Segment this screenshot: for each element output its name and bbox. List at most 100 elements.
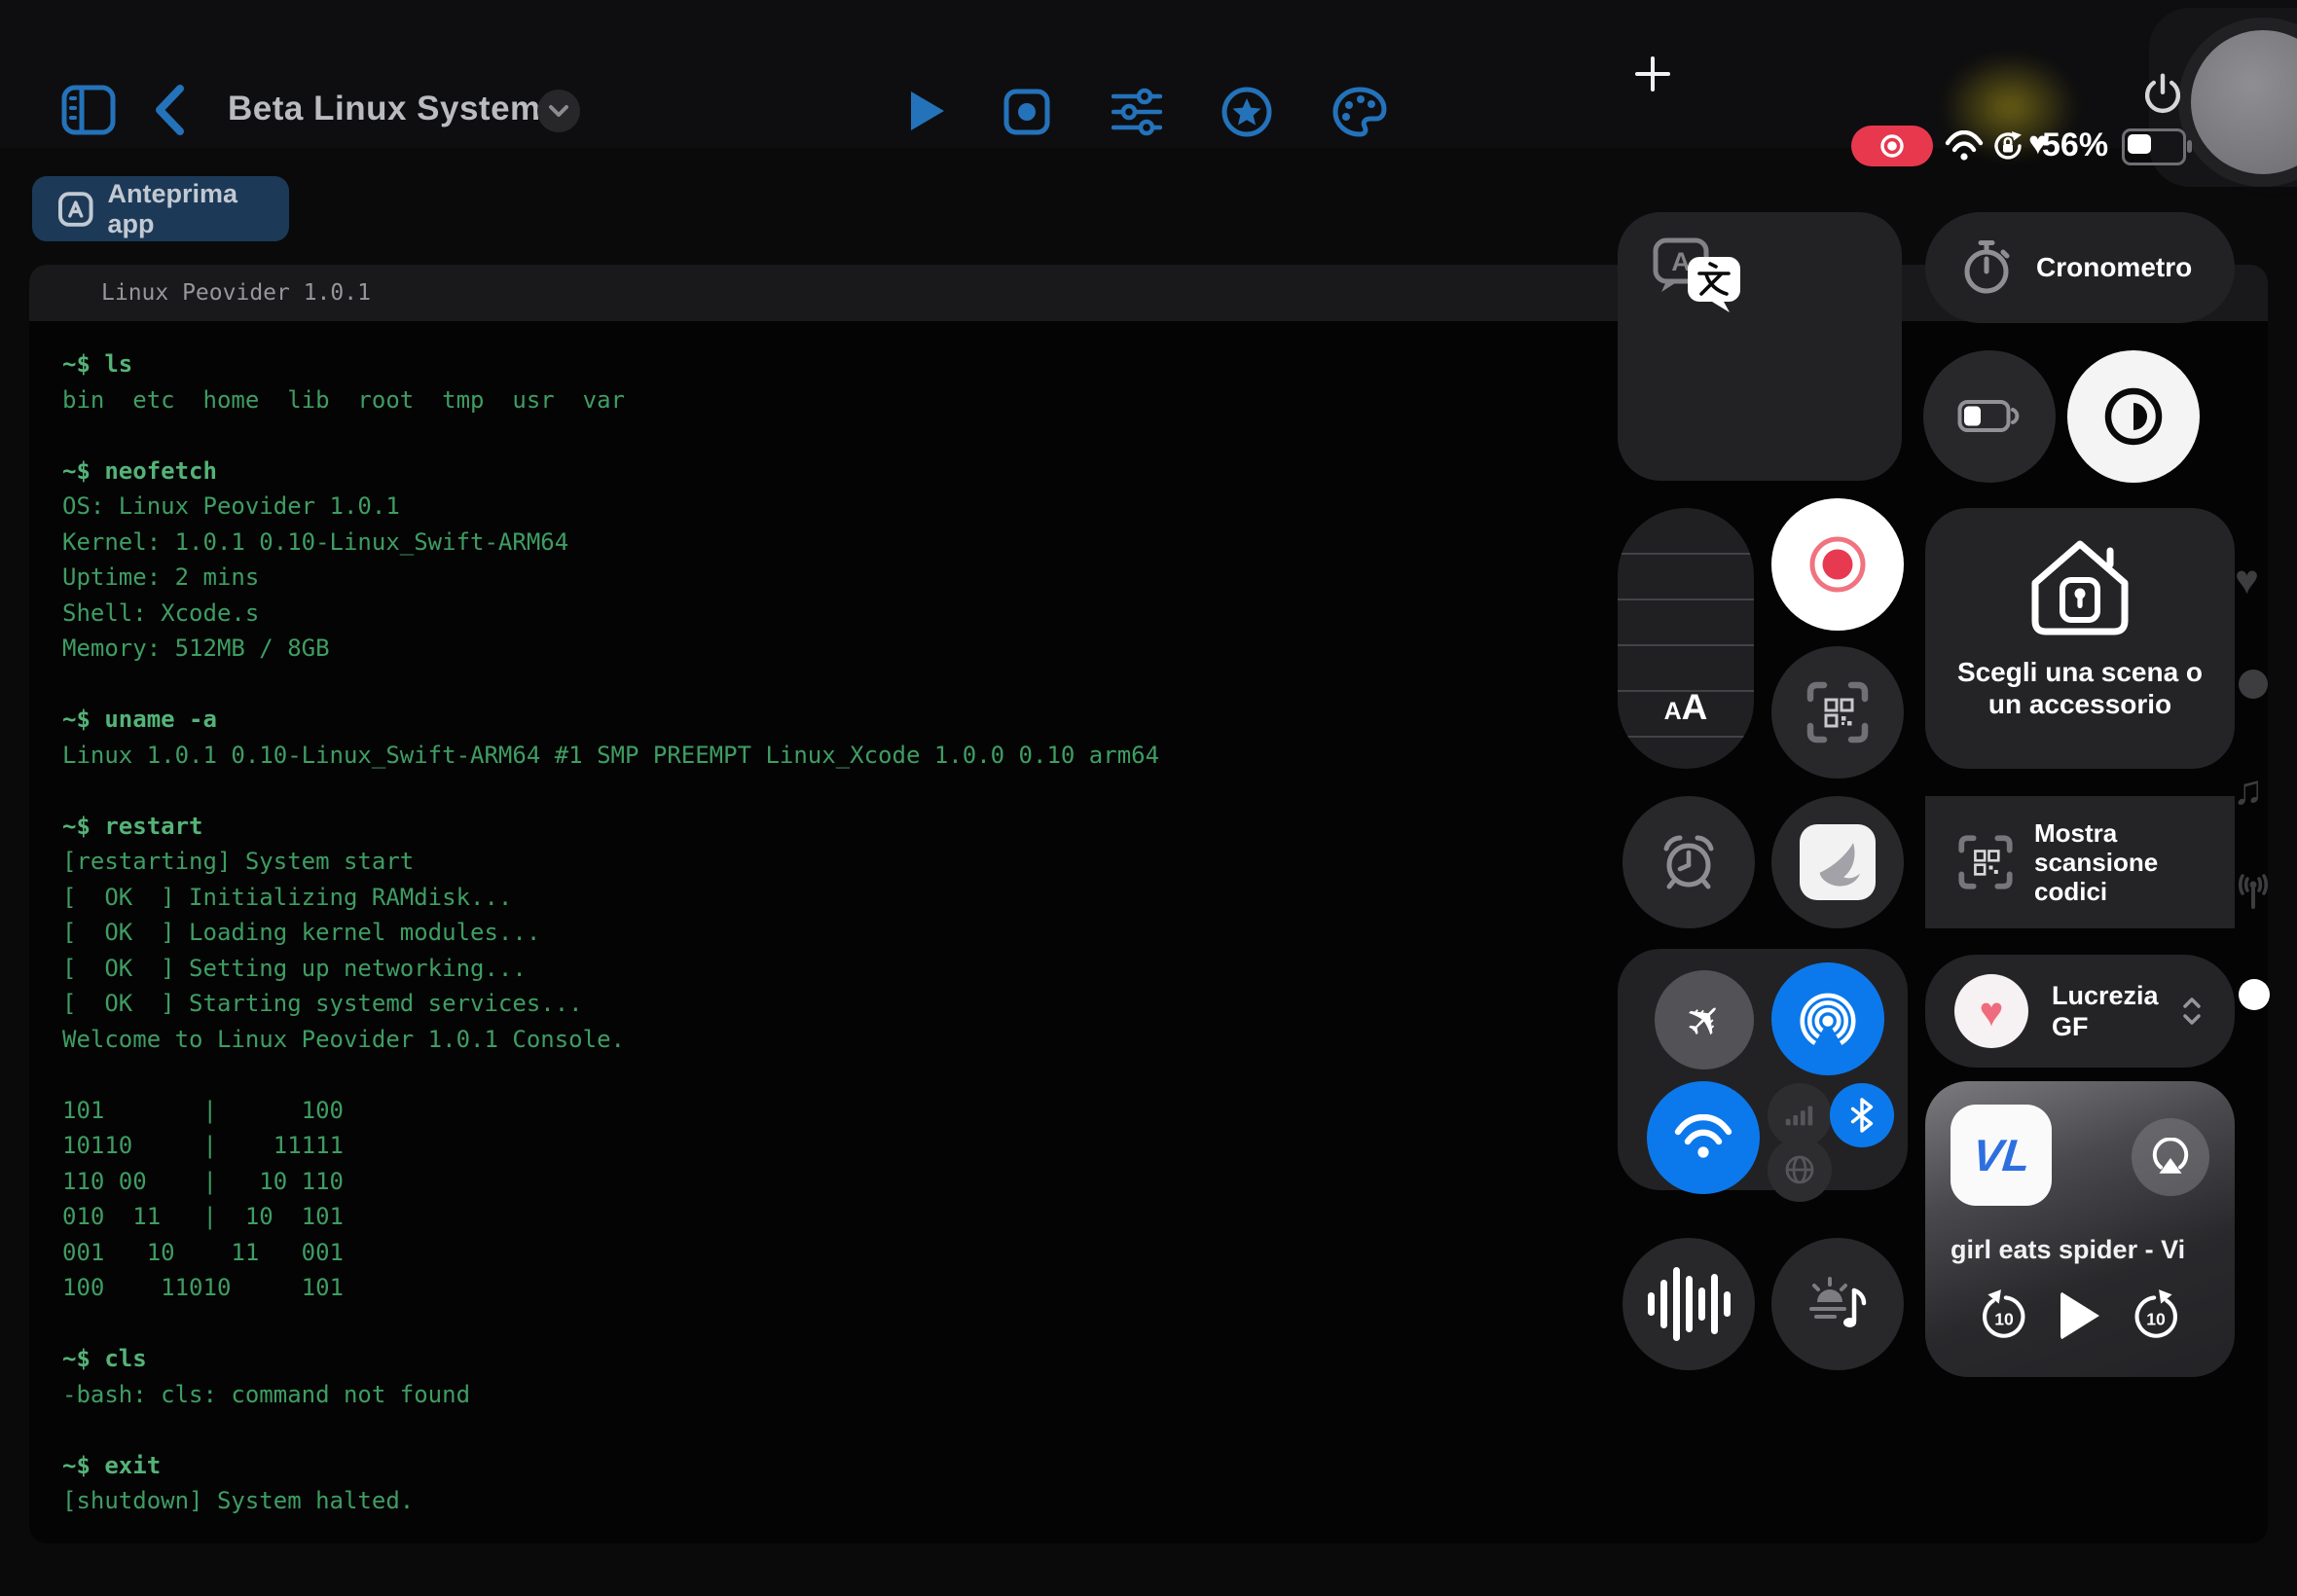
featured-button[interactable] — [1221, 86, 1273, 138]
stopwatch-label: Cronometro — [2036, 252, 2192, 283]
terminal-line — [62, 1057, 2258, 1093]
text-size-stepper[interactable]: AA — [1618, 508, 1754, 769]
tile-connectivity: ✈ — [1618, 949, 1908, 1190]
play-button[interactable] — [2060, 1291, 2099, 1340]
sidebar-toggle-button[interactable] — [60, 84, 117, 136]
media-track-title: girl eats spider - Vi — [1951, 1235, 2221, 1265]
airdrop-button[interactable] — [1771, 962, 1884, 1075]
page-indicator-music-note-icon[interactable]: ♫ — [2233, 767, 2264, 814]
record-status-icon — [1876, 129, 1909, 163]
tile-stopwatch[interactable]: Cronometro — [1925, 212, 2235, 323]
stopwatch-icon — [1958, 239, 2015, 296]
ambient-sounds-button[interactable] — [1771, 1238, 1904, 1370]
qr-scanner-icon — [1805, 679, 1871, 745]
terminal-line: ~$ exit — [62, 1448, 2258, 1484]
airplane-icon: ✈ — [1675, 991, 1733, 1049]
media-app-icon: VL — [1951, 1105, 2052, 1206]
back-button[interactable] — [152, 84, 187, 136]
terminal-body[interactable]: ~$ lsbin etc home lib root tmp usr var ~… — [62, 346, 2258, 1543]
terminal-line: -bash: cls: command not found — [62, 1377, 2258, 1413]
dark-mode-button[interactable] — [2067, 350, 2200, 483]
tile-home[interactable]: Scegli una scena o un accessorio — [1925, 508, 2235, 769]
play-icon — [907, 88, 948, 134]
voice-memos-button[interactable] — [1622, 1238, 1755, 1370]
title-menu-button[interactable] — [537, 90, 580, 132]
hotspot-button[interactable] — [1768, 1138, 1832, 1202]
screen-record-button[interactable] — [1771, 498, 1904, 631]
app-preview-button[interactable] — [1003, 88, 1051, 136]
low-power-mode-button[interactable] — [1923, 350, 2056, 483]
terminal-line — [62, 1412, 2258, 1448]
airplay-icon — [2148, 1138, 2193, 1177]
code-scanner-button[interactable] — [1771, 646, 1904, 779]
bluetooth-icon — [1845, 1096, 1878, 1135]
sunrise-music-icon — [1805, 1275, 1870, 1333]
orientation-lock-icon — [1989, 127, 2026, 164]
tile-scan-codes[interactable]: Mostra scansione codici — [1925, 796, 2235, 928]
skip-back-button[interactable]: 10 — [1977, 1288, 2031, 1344]
app-preview-icon — [1003, 88, 1051, 136]
page-indicator-current[interactable] — [2239, 979, 2270, 1010]
skip-forward-button[interactable]: 10 — [2129, 1288, 2183, 1344]
skip-back-10-icon: 10 — [1977, 1288, 2031, 1344]
swift-bird-icon — [1812, 837, 1863, 888]
favorite-expander[interactable] — [2182, 997, 2202, 1026]
translate-icon: A — [1653, 237, 1746, 323]
page-title: Beta Linux System — [228, 90, 541, 128]
swift-app-badge — [1800, 824, 1876, 900]
app-store-icon — [57, 191, 94, 228]
settings-sliders-button[interactable] — [1112, 88, 1162, 136]
chevron-down-icon — [548, 104, 569, 118]
wifi-button[interactable] — [1647, 1081, 1760, 1194]
page-indicator-dot[interactable] — [2239, 670, 2268, 699]
airdrop-icon — [1799, 990, 1857, 1048]
power-icon — [2141, 72, 2184, 115]
power-button[interactable] — [2141, 72, 2184, 115]
media-app-initials: VL — [1970, 1129, 2032, 1181]
chevron-down-icon — [2182, 1013, 2202, 1026]
cellular-bars-icon — [1781, 1099, 1818, 1132]
page-indicator-favorites-heart-icon[interactable]: ♥ — [2235, 557, 2259, 603]
airplay-button[interactable] — [2132, 1118, 2209, 1196]
tile-favorite-contact[interactable]: ♥ Lucrezia GF — [1925, 955, 2235, 1068]
tab-app-preview[interactable]: Anteprima app — [32, 176, 289, 241]
favorite-name: Lucrezia GF — [2052, 980, 2159, 1042]
sidebar-icon — [60, 84, 117, 136]
waveform-icon — [1648, 1267, 1731, 1341]
swift-playgrounds-button[interactable] — [1771, 796, 1904, 928]
bluetooth-button[interactable] — [1830, 1083, 1894, 1147]
text-size-label: AA — [1618, 687, 1754, 728]
alarm-clock-icon — [1659, 832, 1719, 892]
wifi-icon — [1673, 1114, 1733, 1161]
back-chevron-icon — [152, 84, 187, 136]
appearance-button[interactable] — [1331, 86, 1388, 138]
terminal-line: OS: Linux Peovider 1.0.1 — [62, 489, 2258, 525]
battery-percent: 56% — [2042, 127, 2108, 164]
avatar: ♥ — [1954, 974, 2028, 1048]
airplane-mode-button[interactable]: ✈ — [1655, 970, 1754, 1070]
svg-text:A: A — [1671, 247, 1691, 276]
add-control-button[interactable] — [1633, 54, 1672, 93]
battery-icon — [1957, 398, 2022, 435]
page-indicator-antenna-icon[interactable] — [2231, 872, 2276, 913]
tab-label: Anteprima app — [108, 179, 290, 239]
heart-icon: ♥ — [1980, 992, 2004, 1033]
terminal-line: [shutdown] System halted. — [62, 1483, 2258, 1519]
terminal-window-title: Linux Peovider 1.0.1 — [101, 265, 371, 321]
wifi-status-icon — [1945, 130, 1984, 162]
dark-mode-icon — [2101, 384, 2166, 449]
record-icon — [1807, 534, 1868, 595]
svg-text:10: 10 — [1994, 1309, 2014, 1328]
screen-recording-status-pill[interactable] — [1851, 126, 1933, 166]
run-button[interactable] — [907, 88, 948, 134]
home-label: Scegli una scena o un accessorio — [1925, 656, 2235, 720]
globe-icon — [1782, 1152, 1817, 1187]
terminal-line: [ OK ] Setting up networking... — [62, 951, 2258, 987]
tile-translate[interactable]: A Traduci Inglese — [1618, 212, 1902, 481]
alarm-button[interactable] — [1622, 796, 1755, 928]
tile-media-player[interactable]: VL girl eats spider - Vi 10 — [1925, 1081, 2235, 1377]
home-icon — [2025, 537, 2134, 640]
palette-icon — [1331, 86, 1388, 138]
star-circle-icon — [1221, 86, 1273, 138]
terminal-line: ~$ ls — [62, 346, 2258, 382]
